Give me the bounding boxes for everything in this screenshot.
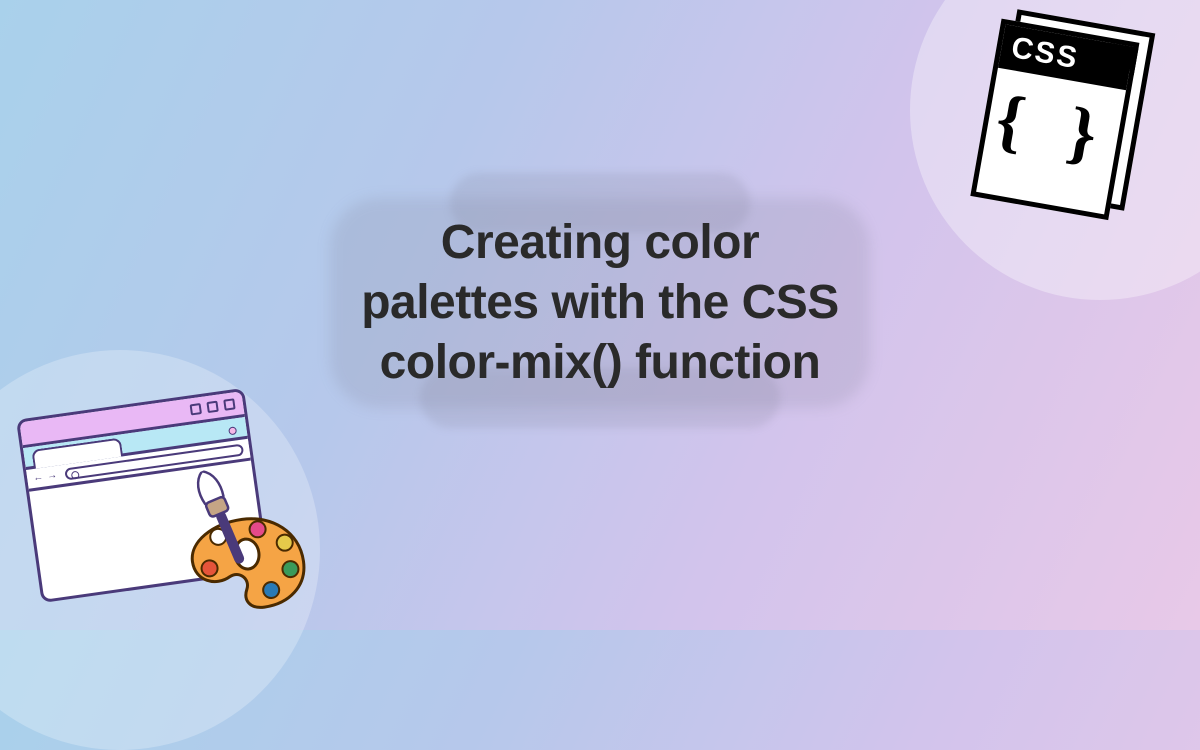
minimize-icon	[190, 403, 202, 415]
browser-palette-icon: ← →	[16, 382, 314, 637]
maximize-icon	[206, 401, 218, 413]
page-title: Creating color palettes with the CSS col…	[360, 213, 840, 393]
file-corner-fold	[1106, 43, 1138, 75]
paint-palette-icon	[182, 506, 315, 622]
css-file-icon: CSS { }	[969, 7, 1171, 233]
tab-add-icon	[228, 426, 237, 435]
close-icon	[223, 398, 235, 410]
nav-back-icon: ←	[33, 472, 44, 484]
title-container: Creating color palettes with the CSS col…	[300, 183, 900, 423]
file-braces: { }	[982, 79, 1124, 180]
nav-forward-icon: →	[46, 470, 57, 482]
